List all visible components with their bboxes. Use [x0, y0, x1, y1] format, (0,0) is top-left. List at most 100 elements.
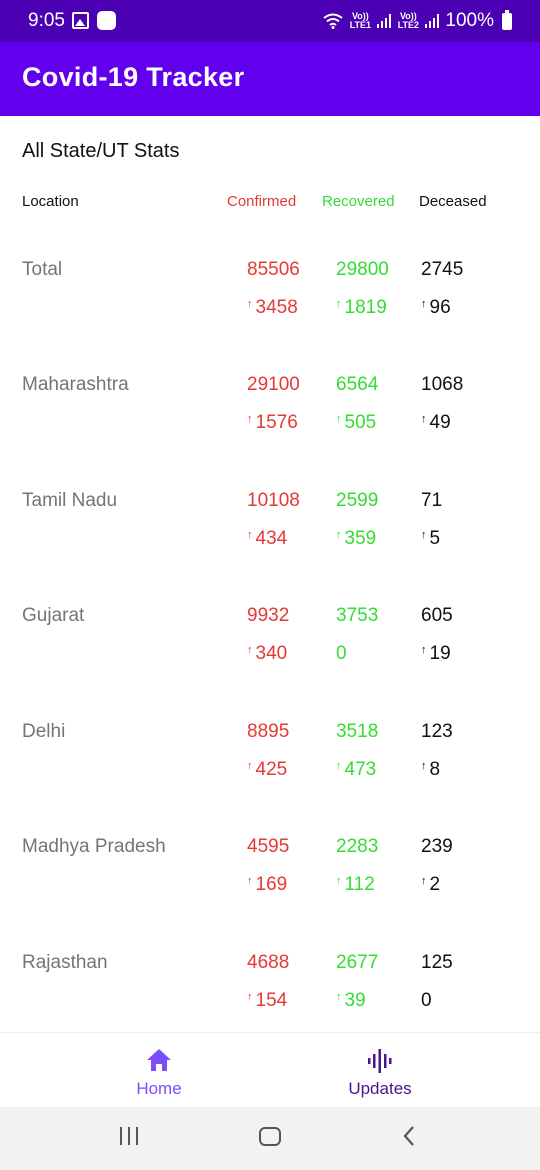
up-arrow-icon: ↑ — [421, 298, 427, 310]
row-recovered: 6564 — [336, 374, 379, 395]
app-bar: Covid-19 Tracker — [0, 42, 540, 116]
sim2-signal-icon — [425, 14, 440, 28]
row-confirmed: 9932 — [247, 605, 290, 626]
delta-recovered-value: 1819 — [344, 297, 387, 318]
row-deceased: 123 — [421, 721, 453, 742]
row-confirmed: 4688 — [247, 952, 290, 973]
up-arrow-icon: ↑ — [336, 991, 342, 1003]
up-arrow-icon: ↑ — [247, 875, 253, 887]
table-row[interactable]: Tamil Nadu 10108 2599 71 ↑ 434 ↑ 359 ↑ 5 — [0, 490, 540, 570]
delta-deceased-value: 0 — [421, 990, 432, 1011]
nav-updates[interactable]: Updates — [245, 1033, 515, 1108]
row-delta-confirmed: ↑ 1576 — [247, 412, 298, 434]
up-arrow-icon: ↑ — [247, 644, 253, 656]
battery-icon — [502, 9, 512, 30]
status-time: 9:05 — [28, 10, 65, 31]
status-bar: 9:05 Vo)) LTE1 Vo)) LTE2 100% — [0, 0, 540, 42]
table-row[interactable]: Total 85506 29800 2745 ↑ 3458 ↑ 1819 ↑ 96 — [0, 259, 540, 339]
audio-wave-icon — [366, 1047, 394, 1080]
up-arrow-icon: ↑ — [247, 760, 253, 772]
delta-deceased-value: 96 — [429, 297, 451, 318]
home-icon — [145, 1047, 173, 1078]
row-delta-recovered: ↑ 1819 — [336, 297, 387, 319]
up-arrow-icon: ↑ — [336, 875, 342, 887]
up-arrow-icon: ↑ — [421, 875, 427, 887]
sim2-network-label: Vo)) LTE2 — [397, 11, 420, 30]
row-location: Rajasthan — [22, 952, 108, 973]
row-recovered: 29800 — [336, 259, 389, 280]
row-location: Total — [22, 259, 63, 280]
row-deceased: 239 — [421, 836, 453, 857]
delta-deceased-value: 19 — [429, 643, 451, 664]
column-header-deceased: Deceased — [419, 193, 487, 210]
table-row[interactable]: Gujarat 9932 3753 605 ↑ 340 0 ↑ 19 — [0, 605, 540, 685]
delta-confirmed-value: 169 — [255, 874, 288, 895]
row-delta-confirmed: ↑ 425 — [247, 759, 287, 781]
up-arrow-icon: ↑ — [247, 298, 253, 310]
row-deceased: 2745 — [421, 259, 464, 280]
delta-deceased-value: 2 — [429, 874, 441, 895]
system-navigation-bar — [0, 1107, 540, 1170]
delta-recovered-value: 0 — [336, 643, 347, 664]
table-row[interactable]: Rajasthan 4688 2677 125 ↑ 154 ↑ 39 0 — [0, 952, 540, 1032]
row-delta-deceased: ↑ 96 — [421, 297, 451, 319]
table-row[interactable]: Delhi 8895 3518 123 ↑ 425 ↑ 473 ↑ 8 — [0, 721, 540, 801]
battery-percent: 100% — [445, 10, 494, 31]
delta-confirmed-value: 1576 — [255, 412, 298, 433]
row-delta-recovered: ↑ 505 — [336, 412, 376, 434]
nav-updates-label: Updates — [348, 1079, 412, 1098]
delta-confirmed-value: 340 — [255, 643, 288, 664]
delta-recovered-value: 359 — [344, 528, 377, 549]
status-indicators: Vo)) LTE1 Vo)) LTE2 100% — [323, 9, 512, 32]
up-arrow-icon: ↑ — [421, 529, 427, 541]
home-button[interactable] — [259, 1127, 281, 1146]
delta-deceased-value: 8 — [429, 759, 441, 780]
delta-deceased-value: 49 — [429, 412, 451, 433]
app-notification-icon — [97, 11, 116, 30]
row-confirmed: 29100 — [247, 374, 300, 395]
row-location: Maharashtra — [22, 374, 129, 395]
column-header-confirmed: Confirmed — [227, 193, 297, 210]
recents-button[interactable] — [120, 1127, 138, 1145]
row-confirmed: 4595 — [247, 836, 290, 857]
up-arrow-icon: ↑ — [336, 298, 342, 310]
app-title: Covid-19 Tracker — [22, 62, 245, 92]
up-arrow-icon: ↑ — [247, 991, 253, 1003]
row-delta-deceased: ↑ 19 — [421, 643, 451, 665]
up-arrow-icon: ↑ — [421, 644, 427, 656]
delta-confirmed-value: 425 — [255, 759, 288, 780]
wifi-icon — [323, 13, 344, 29]
row-delta-confirmed: ↑ 169 — [247, 874, 287, 896]
up-arrow-icon: ↑ — [336, 760, 342, 772]
table-row[interactable]: Madhya Pradesh 4595 2283 239 ↑ 169 ↑ 112 ↑… — [0, 836, 540, 916]
row-delta-confirmed: ↑ 3458 — [247, 297, 298, 319]
row-deceased: 1068 — [421, 374, 464, 395]
gallery-notification-icon — [72, 12, 89, 29]
delta-recovered-value: 112 — [344, 874, 375, 895]
table-row[interactable]: Maharashtra 29100 6564 1068 ↑ 1576 ↑ 505 ↑… — [0, 374, 540, 454]
sim1-signal-icon — [377, 14, 392, 28]
delta-recovered-value: 39 — [344, 990, 366, 1011]
row-delta-recovered: 0 — [336, 643, 347, 665]
row-recovered: 2599 — [336, 490, 379, 511]
back-button[interactable] — [402, 1125, 416, 1152]
column-header-location: Location — [22, 193, 79, 210]
row-delta-deceased: ↑ 5 — [421, 528, 440, 550]
sim1-network-label: Vo)) LTE1 — [349, 11, 372, 30]
row-delta-recovered: ↑ 39 — [336, 990, 366, 1012]
row-delta-recovered: ↑ 359 — [336, 528, 376, 550]
column-header-recovered: Recovered — [322, 193, 395, 210]
row-recovered: 3518 — [336, 721, 379, 742]
row-delta-deceased: 0 — [421, 990, 432, 1012]
row-delta-confirmed: ↑ 340 — [247, 643, 287, 665]
up-arrow-icon: ↑ — [336, 529, 342, 541]
row-delta-deceased: ↑ 2 — [421, 874, 440, 896]
row-deceased: 605 — [421, 605, 453, 626]
delta-deceased-value: 5 — [429, 528, 441, 549]
row-confirmed: 85506 — [247, 259, 300, 280]
row-delta-recovered: ↑ 473 — [336, 759, 376, 781]
delta-confirmed-value: 3458 — [255, 297, 298, 318]
row-delta-confirmed: ↑ 434 — [247, 528, 287, 550]
up-arrow-icon: ↑ — [336, 413, 342, 425]
row-deceased: 71 — [421, 490, 443, 511]
